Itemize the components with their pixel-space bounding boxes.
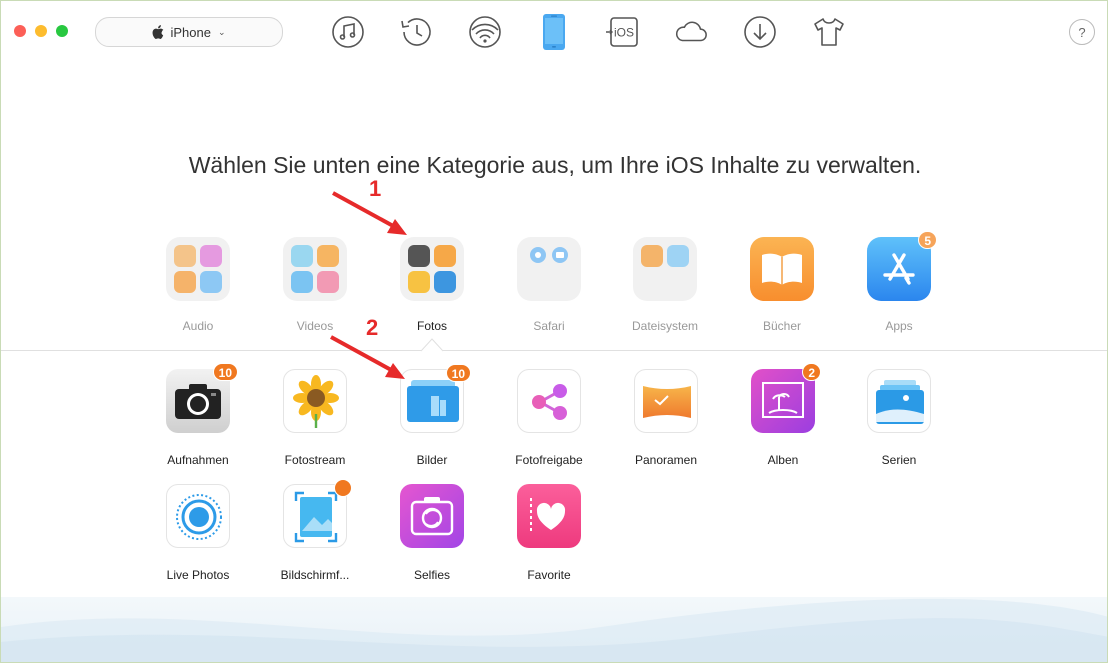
album-icon: 2	[751, 363, 821, 433]
apps-badge: 5	[918, 231, 937, 249]
burst-series-icon	[867, 369, 931, 433]
item-selfies[interactable]: Selfies	[387, 484, 477, 582]
category-fotos[interactable]: Fotos	[392, 237, 472, 333]
item-label: Selfies	[413, 568, 451, 582]
item-live-photos[interactable]: Live Photos	[153, 484, 243, 582]
wifi-icon[interactable]	[467, 14, 503, 50]
category-buecher[interactable]: Bücher	[742, 237, 822, 333]
toolbar: iPhone ⌄ iOS ?	[1, 1, 1107, 63]
device-selector[interactable]: iPhone ⌄	[95, 17, 283, 47]
item-favorite[interactable]: Favorite	[504, 484, 594, 582]
item-aufnahmen[interactable]: 10 Aufnahmen	[153, 363, 243, 467]
category-label: Audio	[182, 319, 214, 333]
category-label: Videos	[296, 319, 334, 333]
minimize-window-button[interactable]	[35, 25, 47, 37]
item-label: Aufnahmen	[167, 453, 229, 467]
tshirt-icon[interactable]	[811, 14, 847, 50]
item-panoramen[interactable]: Panoramen	[621, 369, 711, 467]
device-selector-label: iPhone	[170, 24, 211, 40]
item-label: Panoramen	[634, 453, 698, 467]
camera-icon: 10	[166, 363, 238, 433]
item-bildschirmfotos[interactable]: Bildschirmf...	[270, 479, 360, 582]
item-label: Serien	[881, 453, 917, 467]
live-photos-icon	[166, 484, 230, 548]
item-label: Live Photos	[166, 568, 230, 582]
to-ios-icon[interactable]: iOS	[604, 14, 640, 50]
category-audio[interactable]: Audio	[158, 237, 238, 333]
category-safari[interactable]: Safari	[509, 237, 589, 333]
category-label: Apps	[885, 319, 913, 333]
zoom-window-button[interactable]	[56, 25, 68, 37]
books-category-icon	[750, 237, 814, 301]
app-store-icon: 5	[867, 231, 937, 301]
item-label: Favorite	[527, 568, 571, 582]
bilder-badge: 10	[445, 364, 471, 382]
filesystem-category-icon	[633, 237, 697, 301]
chevron-down-icon: ⌄	[217, 26, 226, 37]
audio-category-icon	[166, 237, 230, 301]
item-label: Alben	[767, 453, 799, 467]
category-dateisystem[interactable]: Dateisystem	[625, 237, 705, 333]
download-icon[interactable]	[742, 14, 778, 50]
cloud-icon[interactable]	[673, 14, 709, 50]
annotation-step-2: 2	[366, 315, 379, 340]
category-label: Fotos	[416, 319, 447, 333]
safari-category-icon	[517, 237, 581, 301]
annotation-step-1: 1	[369, 176, 382, 201]
pictures-folder-icon: 10	[400, 364, 471, 433]
panorama-icon	[634, 369, 698, 433]
item-bilder[interactable]: 10 Bilder	[387, 364, 477, 467]
help-button[interactable]: ?	[1069, 19, 1095, 45]
item-serien[interactable]: Serien	[854, 369, 944, 467]
item-fotostream[interactable]: Fotostream	[270, 369, 360, 467]
heart-icon	[517, 484, 581, 548]
item-fotofreigabe[interactable]: Fotofreigabe	[504, 369, 594, 467]
item-label: Fotofreigabe	[515, 453, 583, 467]
section-divider	[443, 350, 1107, 351]
alben-badge: 2	[802, 363, 821, 381]
item-label: Bildschirmf...	[280, 568, 350, 582]
category-label: Bücher	[762, 319, 802, 333]
aufnahmen-badge: 10	[212, 363, 238, 381]
item-label: Bilder	[416, 453, 448, 467]
page-heading: Wählen Sie unten eine Kategorie aus, um …	[188, 152, 922, 178]
item-alben[interactable]: 2 Alben	[738, 363, 828, 467]
history-icon[interactable]	[398, 14, 434, 50]
iphone-icon[interactable]	[536, 14, 572, 50]
video-category-icon	[283, 237, 347, 301]
photos-category-icon	[400, 237, 464, 301]
footer-wave-background	[1, 597, 1107, 662]
share-icon	[517, 369, 581, 433]
category-videos[interactable]: Videos	[275, 237, 355, 333]
music-icon[interactable]	[330, 14, 366, 50]
to-ios-text: iOS	[614, 26, 634, 40]
item-label: Fotostream	[284, 453, 346, 467]
category-apps[interactable]: 5 Apps	[859, 231, 939, 333]
bildschirmfotos-badge	[334, 479, 352, 497]
category-label: Dateisystem	[631, 319, 699, 333]
category-label: Safari	[533, 319, 565, 333]
app-window: iPhone ⌄ iOS ? Wählen Sie unten eine Kat…	[0, 0, 1108, 663]
selfie-camera-icon	[400, 484, 464, 548]
screenshot-icon	[283, 479, 352, 548]
close-window-button[interactable]	[14, 25, 26, 37]
apple-icon	[153, 25, 164, 39]
selection-pointer	[421, 338, 443, 352]
